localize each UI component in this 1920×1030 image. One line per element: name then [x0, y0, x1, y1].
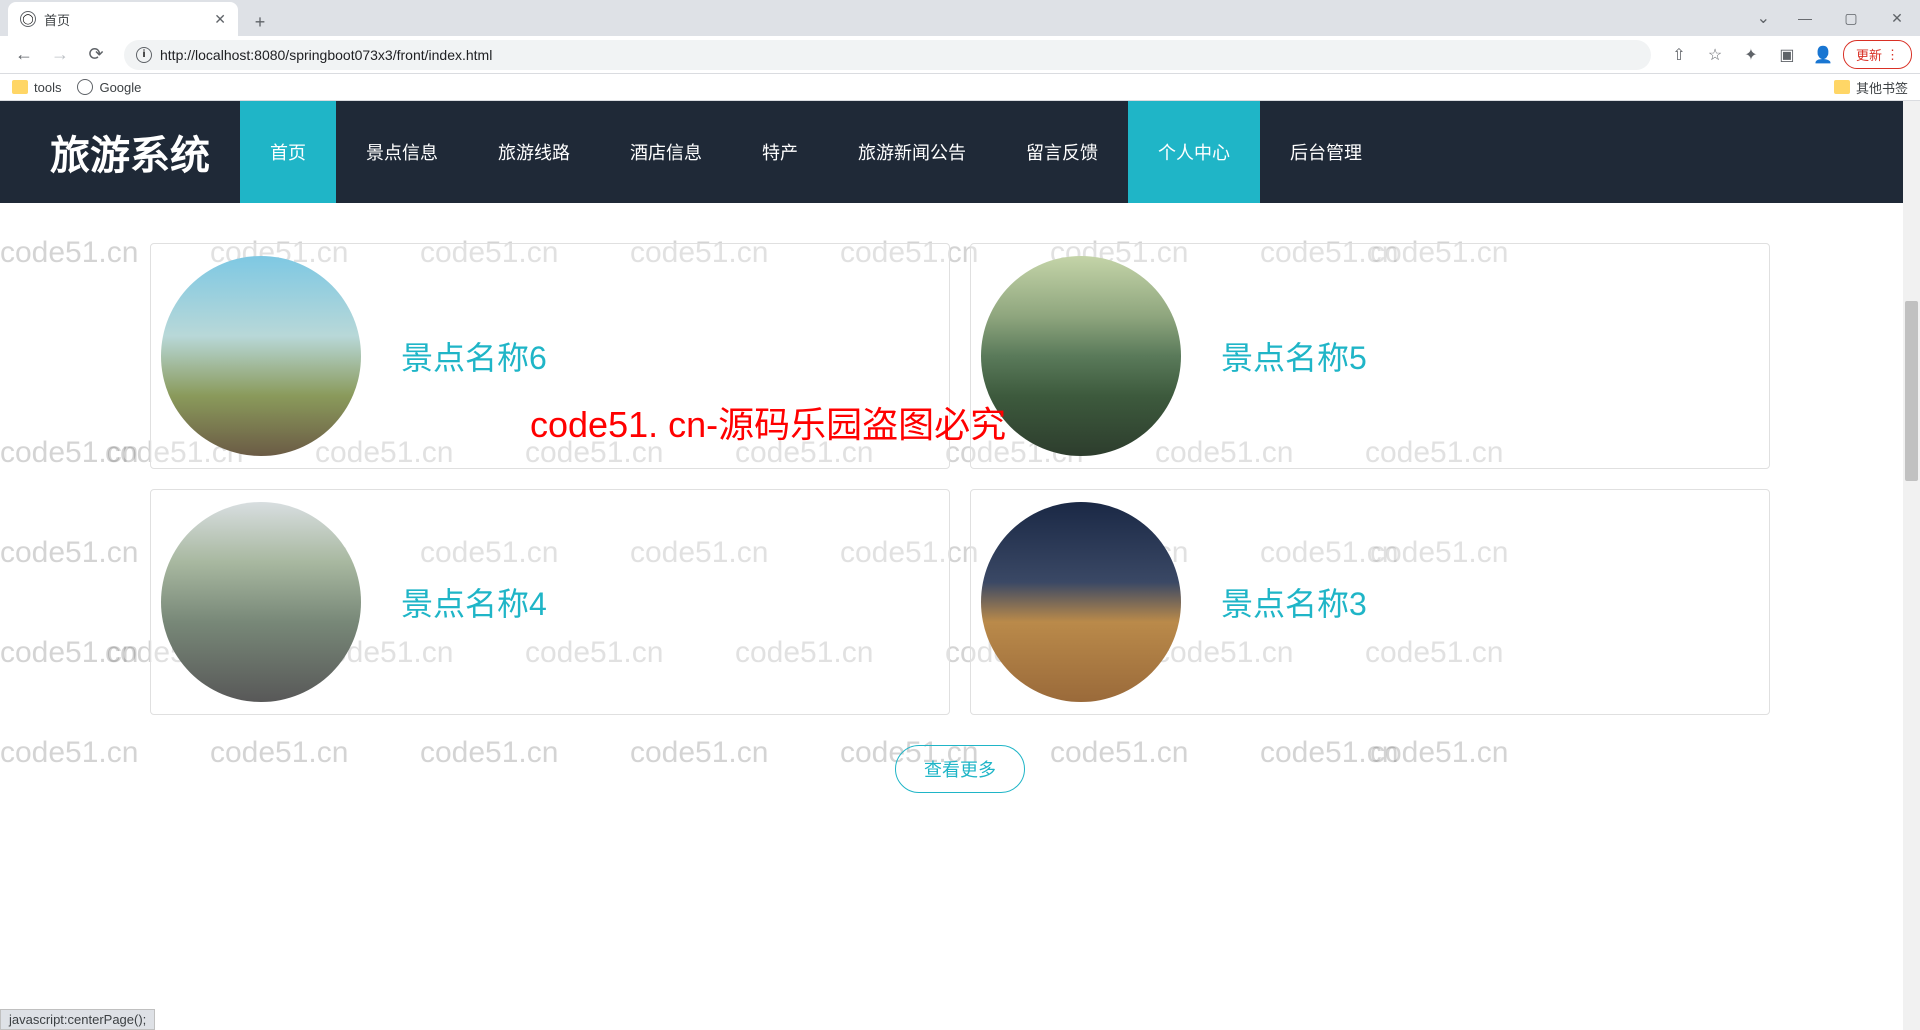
- attraction-card[interactable]: 景点名称5: [970, 243, 1770, 469]
- bookmark-other[interactable]: 其他书签: [1834, 78, 1908, 97]
- nav-home[interactable]: 首页: [240, 101, 336, 203]
- forward-button[interactable]: →: [44, 39, 76, 71]
- menu-icon: ⋮: [1886, 47, 1899, 63]
- close-window-button[interactable]: ✕: [1874, 0, 1920, 36]
- folder-icon: [1834, 80, 1850, 94]
- scrollbar-thumb[interactable]: [1905, 301, 1918, 481]
- bookmarks-bar: tools Google 其他书签: [0, 74, 1920, 101]
- nav-news[interactable]: 旅游新闻公告: [828, 101, 996, 203]
- nav-specialties[interactable]: 特产: [732, 101, 828, 203]
- url-bar[interactable]: i http://localhost:8080/springboot073x3/…: [124, 40, 1651, 70]
- nav-hotels[interactable]: 酒店信息: [600, 101, 732, 203]
- attraction-title: 景点名称5: [1221, 333, 1367, 379]
- browser-tab[interactable]: ◯ 首页 ✕: [8, 2, 238, 36]
- url-text: http://localhost:8080/springboot073x3/fr…: [160, 47, 1639, 63]
- attraction-image: [161, 502, 361, 702]
- folder-icon: [12, 80, 28, 94]
- attraction-card[interactable]: 景点名称3: [970, 489, 1770, 715]
- status-bar: javascript:centerPage();: [0, 1009, 155, 1030]
- globe-icon: ◯: [20, 11, 36, 27]
- minimize-button[interactable]: —: [1782, 0, 1828, 36]
- nav-attractions[interactable]: 景点信息: [336, 101, 468, 203]
- site-navbar: 旅游系统 首页 景点信息 旅游线路 酒店信息 特产 旅游新闻公告 留言反馈 个人…: [0, 101, 1920, 203]
- attraction-image: [981, 502, 1181, 702]
- content-area: 景点名称6 景点名称5 景点名称4 景点名称3 查看更多: [0, 203, 1920, 863]
- nav-admin[interactable]: 后台管理: [1260, 101, 1392, 203]
- tab-dropdown-icon[interactable]: ⌄: [1757, 8, 1770, 28]
- card-grid: 景点名称6 景点名称5 景点名称4 景点名称3: [150, 243, 1770, 715]
- nav-feedback[interactable]: 留言反馈: [996, 101, 1128, 203]
- nav-routes[interactable]: 旅游线路: [468, 101, 600, 203]
- update-button[interactable]: 更新 ⋮: [1843, 40, 1912, 69]
- browser-chrome: ◯ 首页 ✕ + ⌄ — ▢ ✕ ← → ⟳ i http://localhos…: [0, 0, 1920, 101]
- new-tab-button[interactable]: +: [246, 8, 274, 36]
- window-controls: — ▢ ✕: [1782, 0, 1920, 36]
- globe-icon: [77, 79, 93, 95]
- extensions-icon[interactable]: ✦: [1735, 39, 1767, 71]
- bookmark-tools[interactable]: tools: [12, 80, 61, 95]
- tab-title: 首页: [44, 10, 206, 29]
- attraction-title: 景点名称6: [401, 333, 547, 379]
- browser-toolbar: ← → ⟳ i http://localhost:8080/springboot…: [0, 36, 1920, 74]
- bookmark-google[interactable]: Google: [77, 79, 141, 95]
- info-icon[interactable]: i: [136, 47, 152, 63]
- watermark-red: code51. cn-源码乐园盗图必究: [530, 396, 1006, 448]
- attraction-image: [981, 256, 1181, 456]
- tab-strip: ◯ 首页 ✕ + ⌄ — ▢ ✕: [0, 0, 1920, 36]
- back-button[interactable]: ←: [8, 39, 40, 71]
- attraction-card[interactable]: 景点名称4: [150, 489, 950, 715]
- close-icon[interactable]: ✕: [214, 11, 226, 28]
- brand-logo[interactable]: 旅游系统: [0, 123, 240, 181]
- attraction-title: 景点名称3: [1221, 579, 1367, 625]
- maximize-button[interactable]: ▢: [1828, 0, 1874, 36]
- page-viewport: code51.cn code51.cn code51.cn code51.cn …: [0, 101, 1920, 1030]
- star-icon[interactable]: ☆: [1699, 39, 1731, 71]
- scrollbar-track[interactable]: [1903, 101, 1920, 1030]
- attraction-title: 景点名称4: [401, 579, 547, 625]
- nav-profile[interactable]: 个人中心: [1128, 101, 1260, 203]
- sidepanel-icon[interactable]: ▣: [1771, 39, 1803, 71]
- profile-icon[interactable]: 👤: [1807, 39, 1839, 71]
- attraction-image: [161, 256, 361, 456]
- share-icon[interactable]: ⇧: [1663, 39, 1695, 71]
- reload-button[interactable]: ⟳: [80, 39, 112, 71]
- view-more-button[interactable]: 查看更多: [895, 745, 1025, 793]
